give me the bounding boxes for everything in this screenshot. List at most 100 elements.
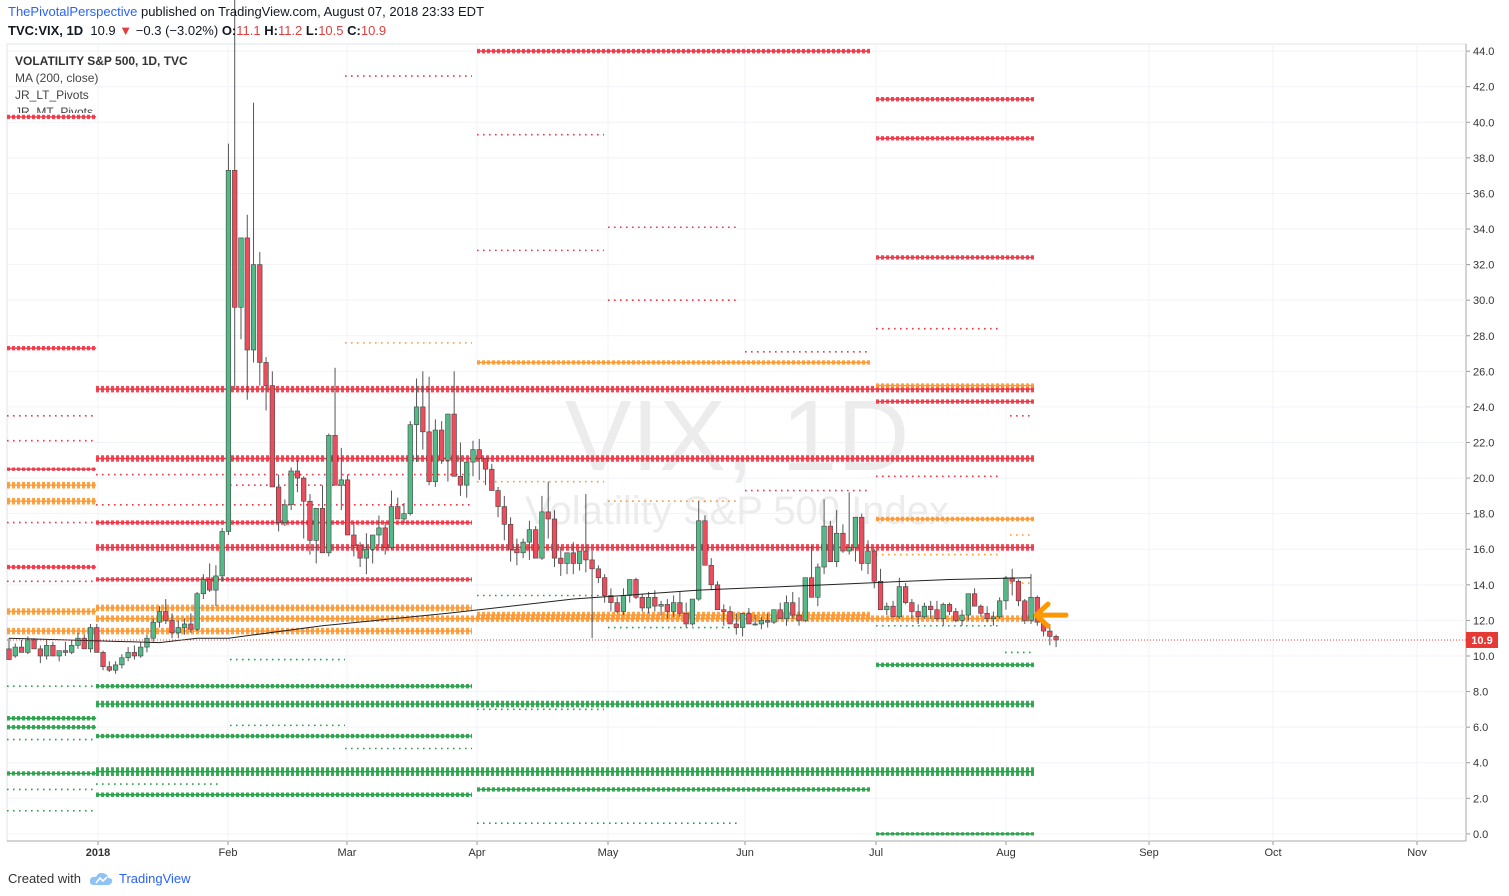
author-link[interactable]: ThePivotalPerspective	[8, 4, 137, 19]
candle-body	[370, 534, 376, 550]
y-tick-label: 22.0	[1473, 438, 1494, 450]
tradingview-link[interactable]: TradingView	[89, 871, 191, 886]
candle-body	[219, 531, 225, 577]
candle-body	[50, 645, 56, 657]
high-label: H:	[264, 23, 278, 38]
candle-body	[75, 637, 81, 646]
price-chart[interactable]: VIX, 1D Volatility S&P 500 Index 0.0 2.0 4…	[0, 0, 1509, 896]
y-tick-label: 8.0	[1473, 687, 1488, 699]
candle-body	[439, 429, 445, 461]
publish-header: ThePivotalPerspective published on Tradi…	[8, 4, 484, 19]
y-tick-label: 14.0	[1473, 580, 1494, 592]
candle-body	[708, 564, 714, 586]
candle-body	[326, 435, 332, 554]
candle-body	[413, 406, 420, 426]
candle-body	[269, 385, 275, 488]
candle-body	[69, 645, 75, 653]
candle-body	[765, 620, 771, 623]
candle-body	[482, 458, 489, 470]
candle-body	[87, 627, 94, 650]
legend-mt-pivots[interactable]: JR_MT_Pivots	[15, 104, 188, 113]
candle-body	[457, 476, 464, 486]
candle-body	[746, 612, 752, 625]
candle-body	[658, 604, 664, 607]
candle-body	[37, 648, 43, 657]
candle-body	[1015, 580, 1022, 602]
candle-body	[407, 424, 413, 514]
candle-body	[18, 646, 25, 653]
candle-body	[514, 548, 520, 554]
candle-body	[903, 586, 909, 603]
candle-body	[464, 461, 470, 486]
close-value: 10.9	[360, 23, 387, 38]
candle-body	[112, 664, 119, 671]
low-value: 10.5	[318, 23, 344, 38]
candle-body	[953, 611, 959, 621]
candle-body	[583, 550, 589, 561]
candle-body	[965, 593, 971, 616]
candle-body	[1053, 636, 1059, 641]
x-tick-label: Feb	[219, 847, 238, 859]
candle-body	[645, 596, 652, 609]
x-tick-label: Jun	[736, 847, 754, 859]
candle-body	[884, 605, 890, 611]
candle-body	[445, 413, 451, 461]
candle-body	[382, 527, 388, 548]
y-tick-label: 42.0	[1473, 82, 1494, 94]
candle-body	[207, 579, 213, 591]
candle-body	[934, 609, 940, 619]
candle-body	[997, 600, 1003, 618]
high-value: 11.2	[277, 23, 303, 38]
candle-body	[401, 513, 407, 520]
candle-body	[138, 646, 144, 657]
candle-body	[282, 504, 288, 523]
candle-body	[420, 406, 426, 433]
publish-info: published on TradingView.com, August 07,…	[140, 4, 485, 19]
symbol-label[interactable]: TVC:VIX, 1D	[8, 23, 83, 38]
candle-body	[526, 529, 533, 543]
candle-body	[946, 604, 953, 612]
y-tick-label: 20.0	[1473, 473, 1494, 485]
candle-body	[589, 559, 595, 570]
candle-body	[777, 609, 783, 619]
y-axis[interactable]: 0.0 2.0 4.0 6.0 8.0 10.0 12.0 14.0 16.0 18.0 20.0 2…	[1466, 46, 1494, 841]
candle-body	[595, 568, 601, 579]
x-axis[interactable]: 2018 Feb Mar Apr May Jun Jul Sep Oct Nov Aug	[86, 841, 1428, 859]
candle-body	[639, 596, 645, 609]
x-tick-label: Aug	[996, 847, 1016, 859]
candle-body	[551, 518, 558, 559]
candle-body	[332, 435, 338, 486]
candle-body	[896, 586, 902, 618]
candle-body	[545, 511, 551, 520]
created-with-label: Created with	[8, 871, 81, 886]
candle-body	[790, 602, 796, 616]
candle-body	[344, 479, 351, 536]
y-tick-label: 38.0	[1473, 153, 1494, 165]
y-tick-label: 26.0	[1473, 366, 1494, 378]
candle-body	[294, 470, 301, 479]
candle-body	[100, 652, 106, 667]
candle-body	[796, 614, 802, 621]
symbol-ohlc-bar: TVC:VIX, 1D 10.9 ▼ −0.3 (−3.02%) O:11.1 …	[8, 23, 386, 38]
candle-body	[558, 557, 564, 564]
candle-body	[721, 609, 727, 612]
open-value: 11.1	[236, 23, 261, 38]
candle-body	[225, 170, 232, 532]
candle-body	[470, 449, 476, 463]
y-tick-label: 16.0	[1473, 544, 1494, 556]
candle-body	[677, 602, 683, 614]
candle-body	[570, 552, 576, 564]
candle-body	[6, 648, 12, 660]
x-tick-label: Jul	[869, 847, 883, 859]
candle-body	[507, 524, 514, 550]
legend-ma[interactable]: MA (200, close)	[15, 70, 188, 87]
candle-body	[890, 605, 896, 618]
y-tick-label: 40.0	[1473, 117, 1494, 129]
candle-body	[263, 362, 269, 386]
legend-title[interactable]: VOLATILITY S&P 500, 1D, TVC	[15, 53, 188, 70]
legend-lt-pivots[interactable]: JR_LT_Pivots	[15, 87, 188, 104]
candle-body	[627, 579, 633, 596]
candle-body	[426, 431, 432, 482]
candle-body	[909, 602, 915, 612]
candle-body	[363, 548, 369, 559]
